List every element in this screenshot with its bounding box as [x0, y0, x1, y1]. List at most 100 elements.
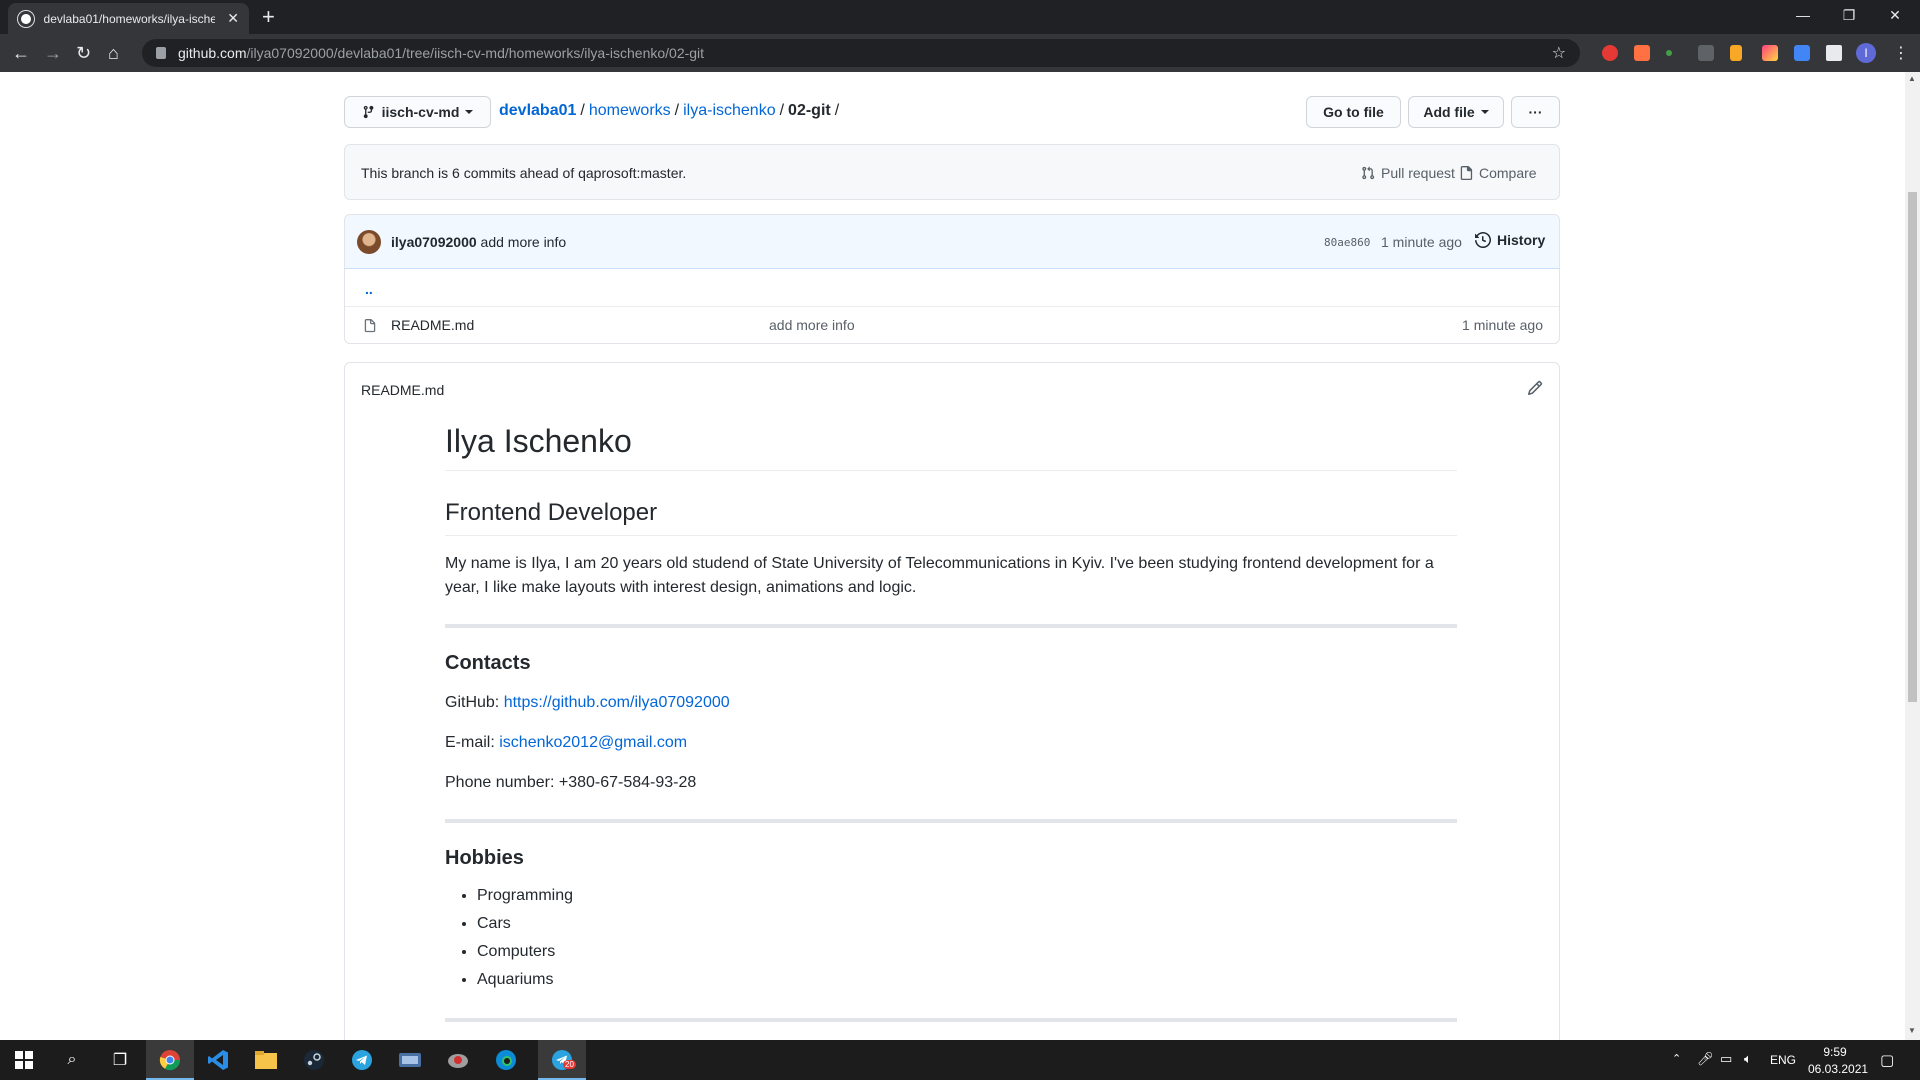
bookmark-star-icon[interactable]: ☆: [1552, 43, 1566, 63]
add-file-button[interactable]: Add file: [1408, 96, 1504, 128]
clock-date: 06.03.2021: [1808, 1062, 1869, 1076]
breadcrumb-ilya-ischenko-link[interactable]: ilya-ischenko: [683, 102, 775, 119]
forward-icon[interactable]: →: [44, 42, 62, 64]
github-contact: GitHub: https://github.com/ilya07092000: [445, 691, 1457, 715]
extension-gray-icon[interactable]: [1698, 45, 1714, 61]
breadcrumb-homeworks-link[interactable]: homeworks: [589, 102, 671, 119]
clock-time: 9:59: [1823, 1045, 1847, 1059]
network-icon[interactable]: ▭: [1720, 1051, 1732, 1067]
parent-directory-link[interactable]: ..: [365, 281, 373, 297]
scroll-up-icon[interactable]: ▲: [1908, 74, 1916, 83]
list-item: Computers: [477, 938, 1457, 966]
language-indicator[interactable]: ENG: [1770, 1053, 1796, 1067]
minimize-icon[interactable]: —: [1780, 0, 1826, 30]
reload-icon[interactable]: ↻: [76, 42, 91, 64]
vscode-icon[interactable]: [206, 1048, 230, 1072]
compare-label: Compare: [1479, 165, 1537, 181]
file-name-link[interactable]: README.md: [391, 317, 474, 333]
tab-title: devlaba01/homeworks/ilya-ische: [43, 11, 216, 26]
github-profile-link[interactable]: https://github.com/ilya07092000: [504, 694, 730, 711]
table-row[interactable]: README.md add more info 1 minute ago: [345, 306, 1559, 343]
game-app-icon[interactable]: [446, 1048, 470, 1072]
list-item: Cars: [477, 910, 1457, 938]
pull-request-icon: [1362, 166, 1375, 180]
commit-time: 1 minute ago: [1381, 234, 1462, 250]
scrollbar-thumb[interactable]: [1908, 192, 1917, 702]
browser-tab[interactable]: devlaba01/homeworks/ilya-ische ✕: [8, 3, 249, 34]
file-explorer-icon[interactable]: [254, 1048, 278, 1072]
commit-summary: ilya07092000 add more info: [391, 234, 566, 250]
readme-title: Ilya Ischenko: [445, 423, 1457, 471]
contacts-heading: Contacts: [445, 652, 531, 674]
extension-red-icon[interactable]: [1602, 45, 1618, 61]
commit-message[interactable]: add more info: [481, 234, 567, 250]
hobbies-list: Programming Cars Computers Aquariums: [445, 882, 1457, 994]
scroll-down-icon[interactable]: ▼: [1908, 1026, 1916, 1035]
extension-gradient-icon[interactable]: [1762, 45, 1778, 61]
github-favicon-icon: [18, 10, 34, 27]
branch-select-button[interactable]: iisch-cv-md: [344, 96, 491, 128]
compare-icon: [1460, 166, 1473, 180]
edge-icon[interactable]: [494, 1048, 518, 1072]
microphone-icon[interactable]: 🎤︎: [1697, 1051, 1714, 1067]
parent-directory-row[interactable]: ..: [345, 269, 1559, 306]
file-icon: [364, 319, 376, 333]
avatar[interactable]: [357, 230, 381, 254]
readme-subtitle: Frontend Developer: [445, 499, 1457, 536]
browser-tab-bar: devlaba01/homeworks/ilya-ische ✕ + — ❐ ✕: [0, 0, 1920, 34]
close-tab-icon[interactable]: ✕: [227, 10, 239, 27]
task-view-icon[interactable]: ❐: [108, 1048, 132, 1072]
file-commit-message[interactable]: add more info: [769, 317, 855, 333]
hobbies-heading: Hobbies: [445, 847, 524, 869]
back-icon[interactable]: ←: [12, 42, 30, 64]
clock[interactable]: 9:59 06.03.2021: [1808, 1045, 1869, 1076]
file-age: 1 minute ago: [1462, 317, 1543, 333]
search-icon[interactable]: ⌕: [60, 1048, 84, 1072]
commit-author[interactable]: ilya07092000: [391, 234, 477, 250]
pull-request-label: Pull request: [1381, 165, 1455, 181]
home-icon[interactable]: ⌂: [108, 42, 119, 64]
readme-header: README.md: [361, 382, 445, 398]
browser-toolbar: ← → ↻ ⌂ github.com/ilya07092000/devlaba0…: [0, 34, 1920, 72]
restore-icon[interactable]: ❐: [1826, 0, 1872, 30]
windows-start-icon[interactable]: [12, 1048, 36, 1072]
tray-expand-icon[interactable]: ⌃: [1672, 1052, 1681, 1065]
browser-menu-icon[interactable]: ⋮: [1893, 43, 1909, 63]
more-options-button[interactable]: ···: [1511, 96, 1560, 128]
github-label: GitHub:: [445, 694, 500, 711]
page-scrollbar[interactable]: ▲ ▼: [1905, 72, 1920, 1040]
extension-orange-icon[interactable]: [1634, 45, 1650, 61]
breadcrumb-current: 02-git: [788, 102, 831, 119]
compare-link[interactable]: Compare: [1459, 165, 1537, 181]
email-contact: E-mail: ischenko2012@gmail.com: [445, 731, 1457, 755]
edit-pencil-icon[interactable]: [1527, 380, 1543, 396]
volume-icon[interactable]: 🔈︎: [1744, 1051, 1752, 1067]
extension-green-icon[interactable]: [1666, 50, 1672, 56]
close-window-icon[interactable]: ✕: [1872, 0, 1918, 30]
ahead-message: This branch is 6 commits ahead of qapros…: [361, 165, 687, 181]
translate-icon[interactable]: [1794, 45, 1810, 61]
profile-avatar[interactable]: I: [1856, 43, 1876, 63]
media-app-icon[interactable]: [398, 1048, 422, 1072]
chrome-icon[interactable]: [158, 1048, 182, 1072]
extensions-puzzle-icon[interactable]: [1826, 45, 1842, 61]
extension-yellow-icon[interactable]: [1730, 45, 1742, 61]
telegram-notify-icon[interactable]: 20: [550, 1048, 576, 1072]
divider: [445, 819, 1457, 823]
branch-name: iisch-cv-md: [381, 104, 460, 120]
branch-ahead-banner: This branch is 6 commits ahead of qapros…: [344, 144, 1560, 200]
chevron-down-icon: [465, 110, 474, 114]
phone-contact: Phone number: +380-67-584-93-28: [445, 774, 697, 791]
address-bar[interactable]: github.com/ilya07092000/devlaba01/tree/i…: [142, 39, 1580, 67]
go-to-file-button[interactable]: Go to file: [1306, 96, 1401, 128]
email-link[interactable]: ischenko2012@gmail.com: [499, 734, 687, 751]
commit-sha[interactable]: 80ae860: [1324, 236, 1370, 249]
telegram-icon[interactable]: [350, 1048, 374, 1072]
notifications-icon[interactable]: ▢: [1880, 1051, 1894, 1069]
breadcrumb-repo-link[interactable]: devlaba01: [499, 102, 576, 119]
history-link[interactable]: History: [1475, 232, 1545, 248]
steam-icon[interactable]: [302, 1048, 326, 1072]
new-tab-icon[interactable]: +: [262, 4, 275, 30]
readme-content: Ilya Ischenko Frontend Developer My name…: [445, 423, 1457, 1040]
pull-request-link[interactable]: Pull request: [1361, 165, 1455, 181]
